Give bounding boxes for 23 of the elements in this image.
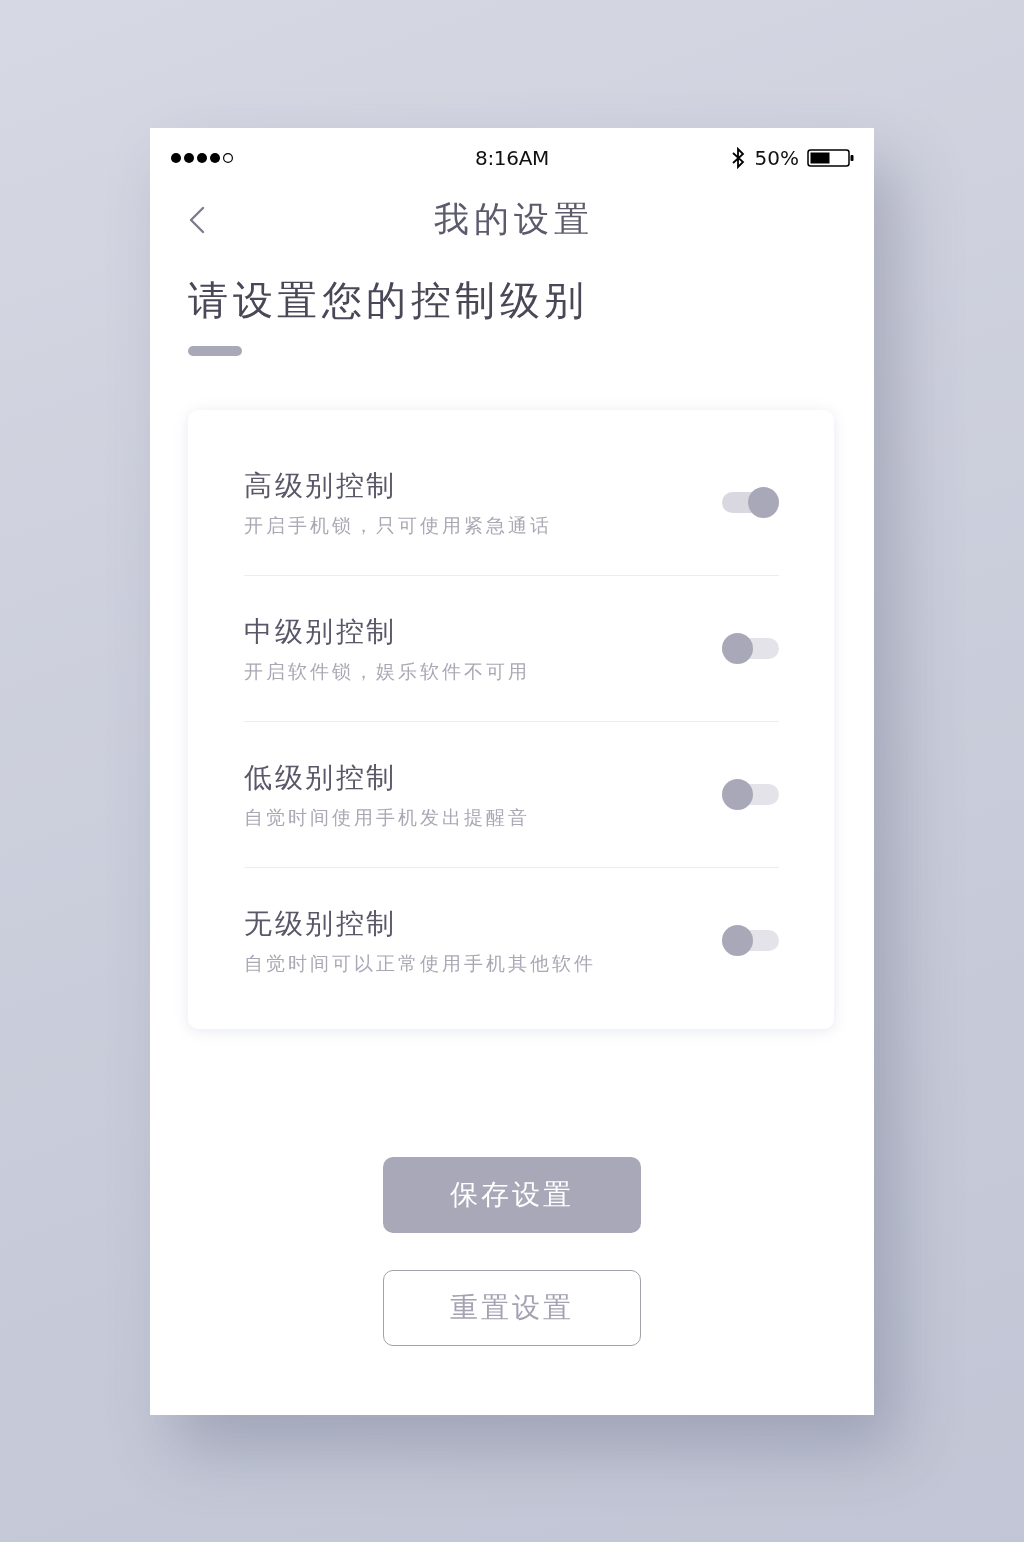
signal-icon: [170, 152, 234, 164]
save-button[interactable]: 保存设置: [383, 1157, 641, 1233]
toggle-switch[interactable]: [722, 925, 779, 956]
option-title: 低级别控制: [244, 759, 397, 796]
reset-button[interactable]: 重置设置: [383, 1270, 641, 1346]
section-heading: 请设置您的控制级别: [188, 276, 589, 325]
option-description: 开启手机锁，只可使用紧急通话: [244, 512, 552, 538]
option-title: 中级别控制: [244, 613, 397, 650]
heading-underline: [188, 346, 242, 356]
option-description: 自觉时间可以正常使用手机其他软件: [244, 950, 596, 976]
battery-icon: [807, 149, 854, 167]
battery-percentage: 50%: [754, 146, 799, 170]
toggle-switch[interactable]: [722, 633, 779, 664]
back-icon[interactable]: [188, 206, 206, 234]
status-time: 8:16AM: [474, 146, 550, 170]
option-description: 开启软件锁，娱乐软件不可用: [244, 658, 530, 684]
page-title: 我的设置: [434, 198, 594, 241]
toggle-switch[interactable]: [722, 487, 779, 518]
option-title: 无级别控制: [244, 905, 397, 942]
bluetooth-icon: [730, 146, 745, 170]
toggle-switch[interactable]: [722, 779, 779, 810]
option-title: 高级别控制: [244, 467, 397, 504]
option-description: 自觉时间使用手机发出提醒音: [244, 804, 530, 830]
